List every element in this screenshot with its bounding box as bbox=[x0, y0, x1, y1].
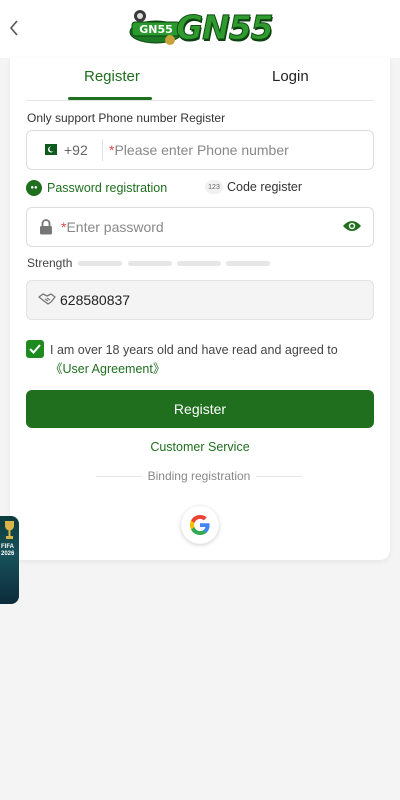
register-button[interactable]: Register bbox=[26, 390, 374, 428]
dots-icon: ●● bbox=[26, 180, 42, 196]
invite-code-value[interactable]: 628580837 bbox=[60, 292, 130, 308]
user-agreement-link[interactable]: 《User Agreement》 bbox=[50, 362, 165, 376]
lock-icon bbox=[40, 219, 52, 235]
strength-segment bbox=[177, 261, 221, 266]
password-input[interactable]: *Enter password bbox=[61, 219, 164, 235]
google-login-button[interactable] bbox=[181, 506, 219, 544]
fifa-promo-text: FIFA 2026 bbox=[1, 544, 15, 557]
pakistan-flag-icon bbox=[41, 144, 57, 155]
logo-text: GN55 bbox=[176, 8, 275, 48]
strength-segment bbox=[78, 261, 122, 266]
agreement-checkbox[interactable] bbox=[26, 340, 44, 358]
agreement-statement: I am over 18 years old and have read and… bbox=[50, 343, 338, 357]
phone-field[interactable]: +92 *Please enter Phone number bbox=[26, 130, 374, 170]
top-bar: GN55 GN55 bbox=[0, 0, 400, 58]
strength-segment bbox=[226, 261, 270, 266]
tab-bar: Register Login bbox=[26, 58, 374, 101]
binding-registration: Binding registration bbox=[96, 469, 302, 485]
logo: GN55 GN55 bbox=[126, 6, 276, 50]
password-field[interactable]: *Enter password bbox=[26, 207, 374, 247]
chevron-left-icon[interactable] bbox=[4, 15, 24, 41]
eye-icon[interactable] bbox=[342, 219, 362, 233]
phone-placeholder: Please enter Phone number bbox=[114, 142, 289, 158]
divider bbox=[102, 139, 103, 161]
register-hint: Only support Phone number Register bbox=[27, 111, 226, 125]
tab-login[interactable]: Login bbox=[272, 68, 309, 85]
numbers-icon: 123 bbox=[205, 180, 223, 194]
invite-code-field[interactable]: 628580837 bbox=[26, 280, 374, 320]
country-code[interactable]: +92 bbox=[64, 142, 88, 158]
password-registration-option[interactable]: ●● Password registration bbox=[26, 180, 167, 196]
fifa-promo-banner[interactable]: FIFA 2026 bbox=[0, 516, 19, 604]
svg-text:GN55: GN55 bbox=[139, 23, 173, 36]
handshake-icon bbox=[38, 293, 56, 305]
tab-register[interactable]: Register bbox=[84, 68, 140, 85]
phone-input[interactable]: *Please enter Phone number bbox=[109, 142, 289, 158]
checkmark-icon bbox=[29, 344, 41, 354]
agreement-text: I am over 18 years old and have read and… bbox=[50, 341, 372, 379]
code-register-option[interactable]: 123 Code register bbox=[205, 180, 302, 194]
customer-service-link[interactable]: Customer Service bbox=[0, 440, 400, 454]
active-tab-indicator bbox=[68, 97, 152, 100]
google-icon bbox=[190, 515, 210, 535]
divider bbox=[256, 476, 302, 477]
password-placeholder: Enter password bbox=[66, 219, 164, 235]
password-registration-label: Password registration bbox=[47, 181, 168, 195]
code-register-label: Code register bbox=[227, 180, 303, 194]
strength-label: Strength bbox=[27, 256, 73, 270]
strength-segment bbox=[128, 261, 172, 266]
trophy-icon bbox=[5, 521, 14, 539]
